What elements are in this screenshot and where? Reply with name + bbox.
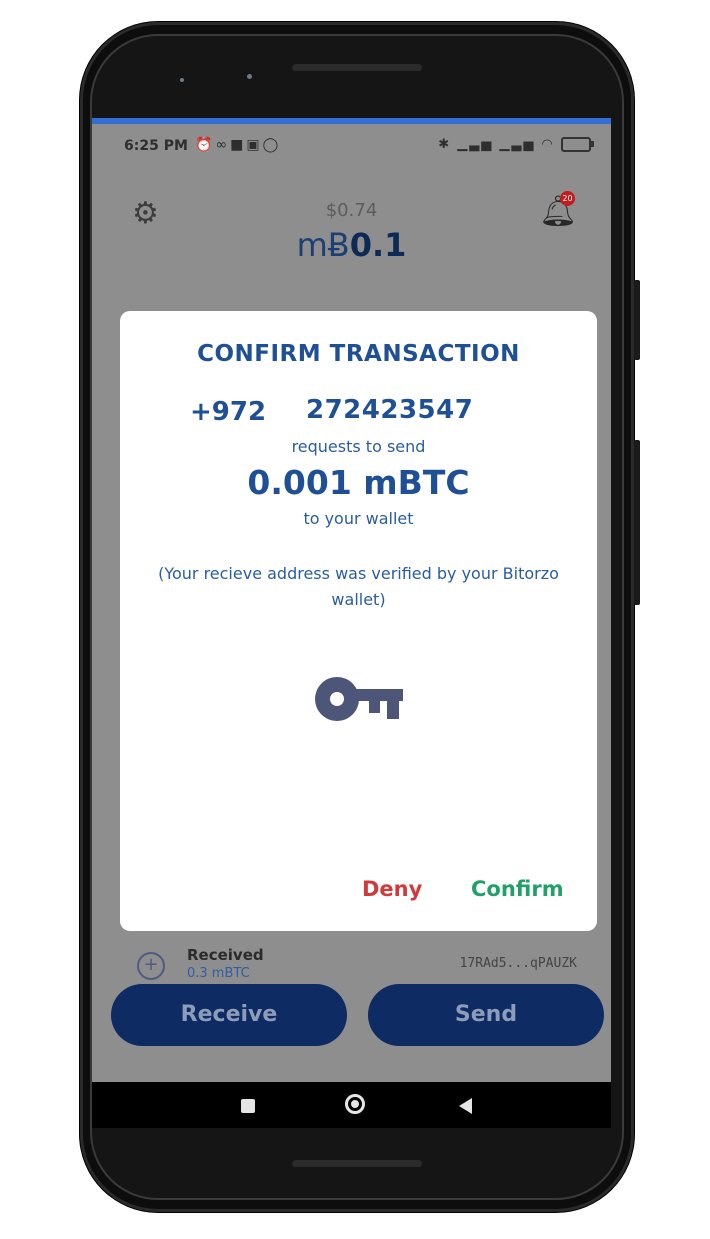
alarm-icon: ⏰ xyxy=(195,137,216,153)
link-icon: ∞ xyxy=(215,137,231,153)
confirm-transaction-dialog: CONFIRM TRANSACTION +972 272423547 reque… xyxy=(120,311,597,931)
send-button[interactable]: Send xyxy=(368,984,604,1046)
recents-button[interactable] xyxy=(241,1099,255,1113)
signal-icon: ▁▃▅ xyxy=(457,137,494,152)
request-amount: 0.001 mBTC xyxy=(247,463,470,502)
calendar-icon: ▣ xyxy=(246,137,263,153)
back-button[interactable] xyxy=(459,1098,472,1114)
confirm-button[interactable]: Confirm xyxy=(471,877,564,901)
volume-button xyxy=(634,440,640,605)
transaction-row[interactable]: + Received 0.3 mBTC 17RAd5...qPAUZK xyxy=(92,938,611,988)
battery-icon xyxy=(561,137,594,152)
wallet-balance: mɃ0.1 xyxy=(92,226,611,264)
verification-note: (Your recieve address was verified by yo… xyxy=(158,564,559,609)
receive-button[interactable]: Receive xyxy=(111,984,347,1046)
signal-icon: ▁▃▅ xyxy=(499,137,536,152)
bottom-speaker xyxy=(292,1160,422,1167)
balance-value: 0.1 xyxy=(349,226,407,264)
power-button xyxy=(634,280,640,360)
to-wallet-text: to your wallet xyxy=(303,509,414,528)
sender-country-code: +972 xyxy=(190,397,267,427)
transaction-amount: 0.3 mBTC xyxy=(187,966,250,981)
status-bar: 6:25 PM ⏰∞■▣◯ ✱ ▁▃▅ ▁▃▅ ◠ xyxy=(92,126,611,166)
notification-icons: ⏰∞■▣◯ xyxy=(195,137,281,153)
fiat-balance: $0.74 xyxy=(325,200,378,221)
system-icons: ✱ ▁▃▅ ▁▃▅ ◠ xyxy=(438,137,594,152)
front-sensor xyxy=(180,78,184,82)
deny-button[interactable]: Deny xyxy=(362,877,422,901)
transaction-address: 17RAd5...qPAUZK xyxy=(459,956,577,971)
sender-phone-number: 272423547 xyxy=(306,395,474,425)
requests-text: requests to send xyxy=(291,437,426,456)
wifi-icon: ◠ xyxy=(541,137,555,152)
earpiece-speaker xyxy=(292,64,422,71)
dialog-title: CONFIRM TRANSACTION xyxy=(197,341,520,367)
key-icon xyxy=(315,677,403,721)
currency-prefix: mɃ xyxy=(296,226,350,264)
bluetooth-icon: ✱ xyxy=(438,137,452,152)
status-time: 6:25 PM xyxy=(124,138,188,154)
notification-badge: 20 xyxy=(560,191,575,206)
top-accent-strip xyxy=(92,118,611,124)
whatsapp-icon: ◯ xyxy=(262,137,282,153)
home-button[interactable] xyxy=(345,1094,365,1114)
android-nav-bar xyxy=(92,1082,611,1128)
plus-circle-icon: + xyxy=(137,952,165,980)
transaction-label: Received xyxy=(187,946,264,964)
front-camera xyxy=(247,74,252,79)
video-icon: ■ xyxy=(230,137,247,153)
